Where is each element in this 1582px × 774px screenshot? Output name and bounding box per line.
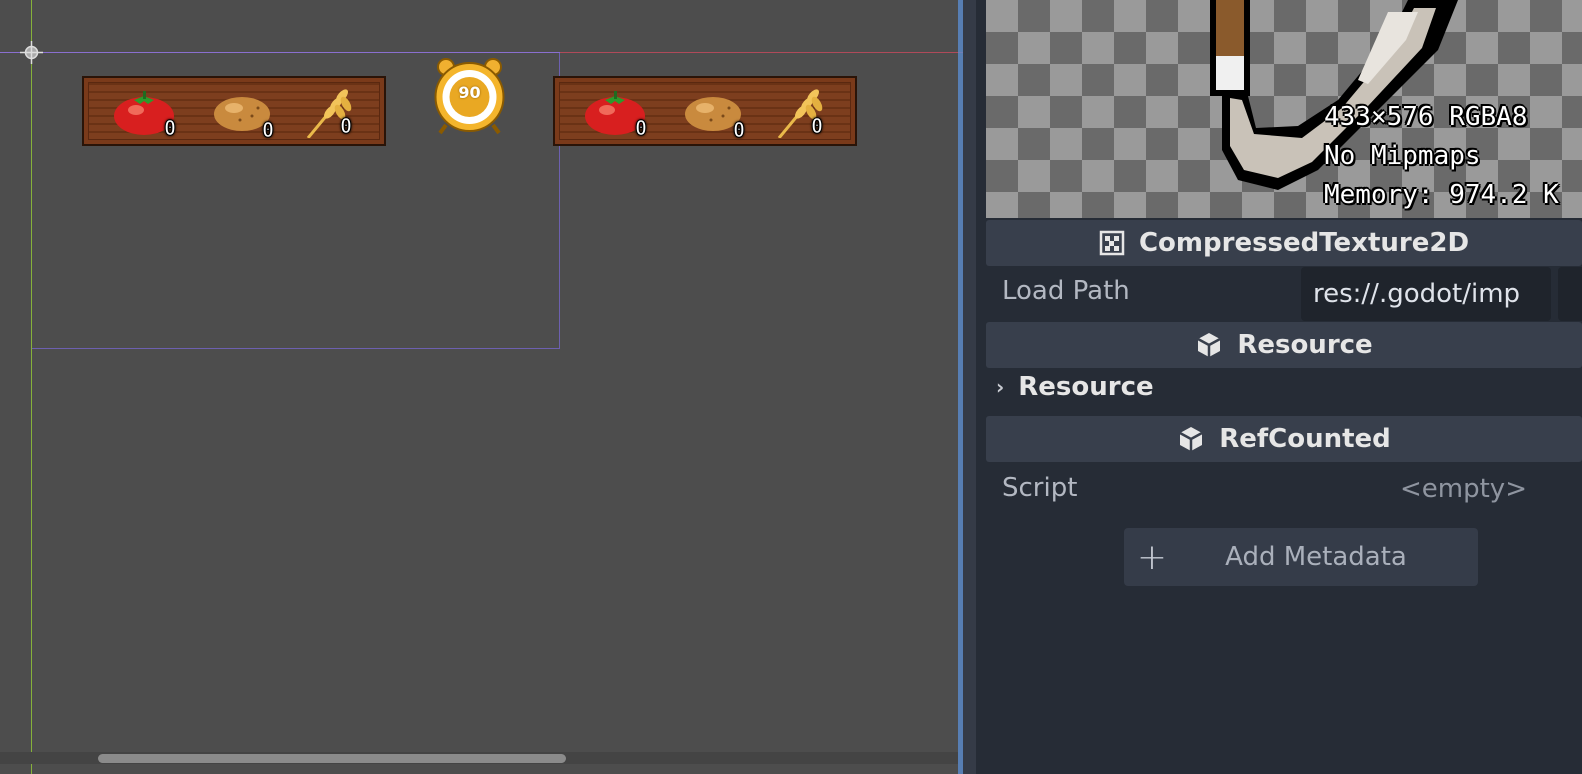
wheat-icon <box>306 89 352 138</box>
texture-preview: 433×576 RGBA8 No Mipmaps Memory: 974.2 K <box>986 0 1582 218</box>
timer-value: 90 <box>458 83 481 102</box>
class-header-label: CompressedTexture2D <box>1138 228 1470 258</box>
texture-info: 433×576 RGBA8 No Mipmaps Memory: 974.2 K <box>1324 98 1559 215</box>
hud-item-wheat: 0 <box>767 86 857 142</box>
hud-item-potato: 0 <box>204 86 294 142</box>
timer-widget[interactable]: 90 <box>432 57 507 135</box>
horizontal-scrollbar-thumb[interactable] <box>98 754 566 763</box>
class-header-refcounted[interactable]: RefCounted <box>986 416 1582 462</box>
panel-splitter-gutter <box>963 0 977 774</box>
resource-group-toggle[interactable]: › Resource <box>996 372 1154 402</box>
compressed-texture-icon <box>1099 230 1125 256</box>
hud-item-tomato: 0 <box>106 86 196 142</box>
refcounted-header-label: RefCounted <box>1219 424 1391 454</box>
hud-count-tomato: 0 <box>163 116 177 140</box>
wheat-icon <box>777 89 823 138</box>
inspector-panel: 433×576 RGBA8 No Mipmaps Memory: 974.2 K… <box>976 0 1582 774</box>
hud-count-wheat: 0 <box>339 114 353 138</box>
hud-item-tomato: 0 <box>577 86 667 142</box>
script-label: Script <box>1002 473 1078 503</box>
load-path-field[interactable]: res://.godot/imp <box>1301 267 1551 321</box>
load-path-label: Load Path <box>1002 276 1130 306</box>
hud-item-potato: 0 <box>675 86 765 142</box>
texture-mipmaps: No Mipmaps <box>1324 141 1481 171</box>
add-metadata-button[interactable]: + Add Metadata <box>1124 528 1478 586</box>
resource-header-label: Resource <box>1237 330 1373 360</box>
plus-icon: + <box>1136 536 1168 578</box>
hud-count-potato: 0 <box>261 118 275 142</box>
canvas-viewport[interactable]: 0 0 0 90 0 0 0 <box>0 0 968 774</box>
load-path-browse-button[interactable] <box>1558 267 1582 321</box>
hud-count-wheat: 0 <box>810 114 824 138</box>
refcounted-cube-icon <box>1179 427 1203 451</box>
hud-inventory-panel-left[interactable]: 0 0 0 <box>82 76 386 146</box>
texture-dimensions: 433×576 RGBA8 <box>1324 102 1528 132</box>
class-header-resource[interactable]: Resource <box>986 322 1582 368</box>
resource-cube-icon <box>1197 333 1221 357</box>
resource-group-label: Resource <box>1018 372 1154 402</box>
add-metadata-label: Add Metadata <box>1225 542 1407 572</box>
class-header-compressedtexture2d[interactable]: CompressedTexture2D <box>986 220 1582 266</box>
chevron-right-icon: › <box>996 375 1005 399</box>
texture-memory: Memory: 974.2 K <box>1324 180 1559 210</box>
hud-count-tomato: 0 <box>634 116 648 140</box>
origin-crosshair-icon <box>20 41 43 64</box>
hud-item-wheat: 0 <box>296 86 386 142</box>
hud-count-potato: 0 <box>732 118 746 142</box>
hud-inventory-panel-right[interactable]: 0 0 0 <box>553 76 857 146</box>
script-value-field[interactable]: <empty> <box>1400 474 1527 504</box>
